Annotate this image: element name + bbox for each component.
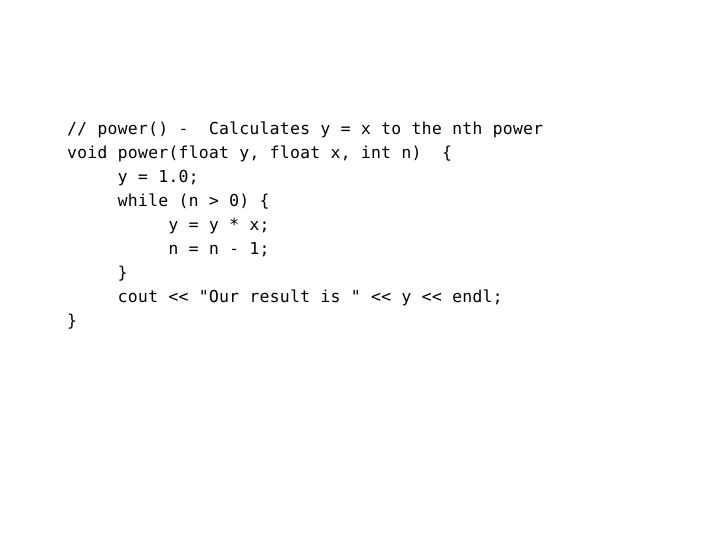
code-line-4: while (n > 0) { bbox=[67, 191, 270, 210]
slide-canvas: // power() - Calculates y = x to the nth… bbox=[0, 0, 720, 540]
code-line-6: n = n - 1; bbox=[67, 239, 270, 258]
code-line-3: y = 1.0; bbox=[67, 167, 199, 186]
code-block: // power() - Calculates y = x to the nth… bbox=[67, 117, 543, 333]
code-line-2: void power(float y, float x, int n) { bbox=[67, 143, 453, 162]
code-line-8: cout << "Our result is " << y << endl; bbox=[67, 287, 503, 306]
code-line-5: y = y * x; bbox=[67, 215, 270, 234]
code-line-9: } bbox=[67, 311, 78, 330]
code-listing: // power() - Calculates y = x to the nth… bbox=[67, 117, 543, 333]
code-line-1: // power() - Calculates y = x to the nth… bbox=[67, 119, 544, 138]
code-line-7: } bbox=[67, 263, 128, 282]
